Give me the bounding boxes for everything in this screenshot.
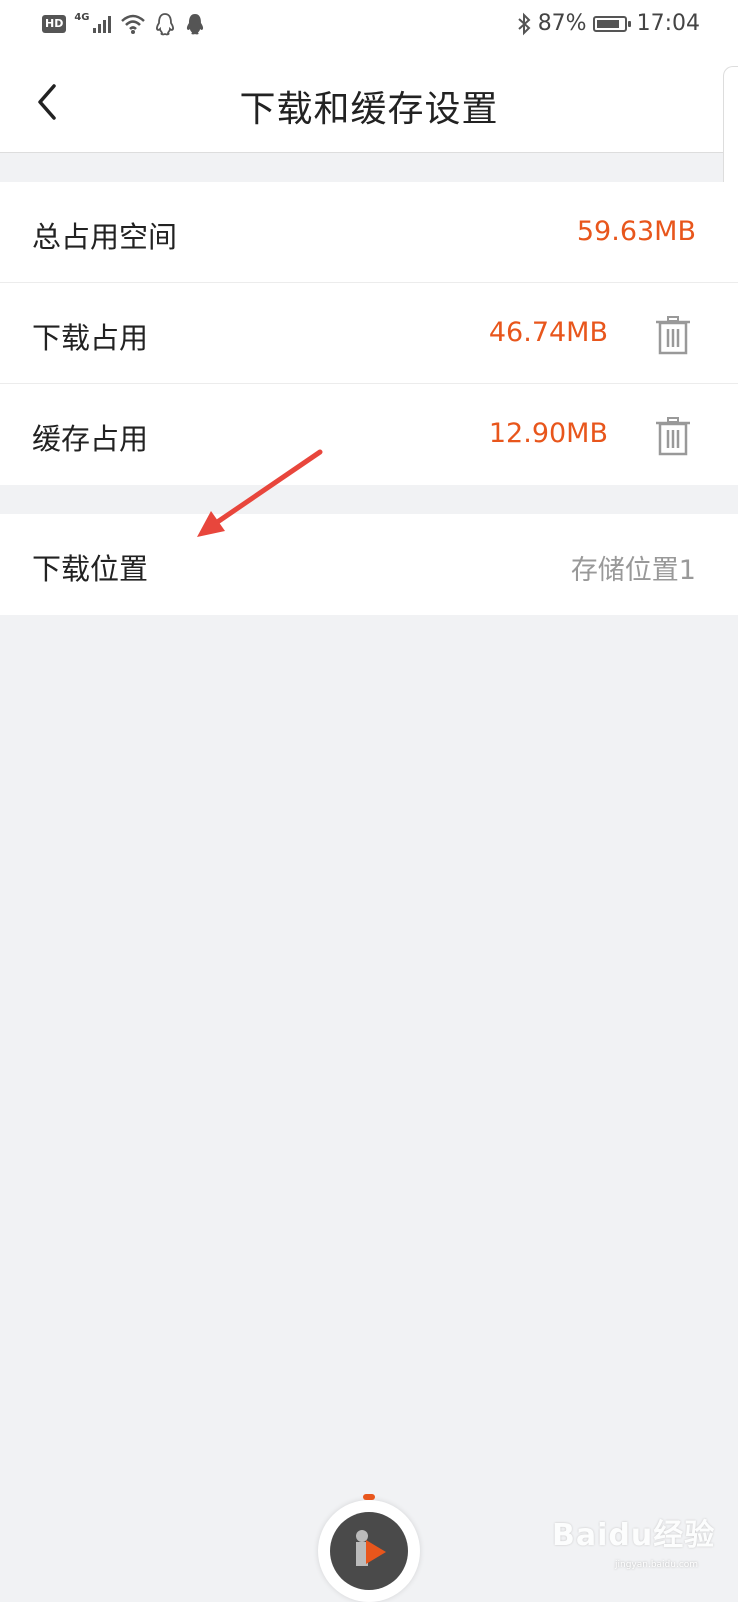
delete-cache-button[interactable]	[654, 416, 692, 456]
cache-usage-value: 12.90MB	[488, 418, 608, 449]
download-location-label: 下载位置	[32, 552, 149, 586]
network-type: 4G	[74, 11, 90, 23]
clock: 17:04	[636, 11, 700, 36]
trash-icon	[656, 417, 690, 456]
hd-badge: HD	[42, 15, 67, 33]
download-location-group: 下载位置 存储位置1	[0, 514, 738, 615]
bluetooth-icon	[518, 12, 531, 35]
watermark-url: jingyan.baidu.com	[615, 1560, 699, 1570]
total-space-label: 总占用空间	[32, 220, 178, 254]
page-title: 下载和缓存设置	[239, 89, 499, 130]
nav-bar: 下载和缓存设置	[0, 52, 738, 153]
battery-percent: 87%	[537, 11, 587, 36]
download-usage-row: 下载占用 46.74MB	[0, 283, 738, 384]
download-location-row[interactable]: 下载位置 存储位置1	[0, 514, 738, 615]
download-location-value: 存储位置1	[570, 555, 696, 586]
status-bar: HD 4G 87% 17:04	[0, 0, 738, 52]
download-usage-label: 下载占用	[32, 321, 149, 355]
mini-player	[318, 1494, 420, 1602]
qq-icon	[186, 14, 203, 35]
battery-fill	[596, 19, 620, 28]
watermark-logo: Baidu经验	[552, 1518, 716, 1553]
delete-download-button[interactable]	[654, 315, 692, 355]
battery-icon	[592, 15, 631, 32]
annotation-arrow	[197, 449, 323, 537]
cache-usage-row: 缓存占用 12.90MB	[0, 384, 738, 485]
mini-player-button[interactable]	[330, 1512, 408, 1590]
signal-icon	[92, 16, 111, 33]
cache-usage-label: 缓存占用	[32, 422, 149, 456]
qq-outline-icon	[155, 13, 174, 36]
storage-group: 总占用空间 59.63MB 下载占用 46.74MB 缓存占用 12.90MB	[0, 182, 738, 485]
total-space-value: 59.63MB	[576, 216, 696, 247]
progress-dot	[363, 1494, 375, 1500]
trash-icon	[656, 316, 690, 355]
status-left-icons: HD 4G	[42, 12, 206, 36]
status-right-icons: 87% 17:04	[516, 11, 700, 36]
wifi-icon	[120, 14, 145, 34]
download-usage-value: 46.74MB	[488, 317, 608, 348]
total-space-row: 总占用空间 59.63MB	[0, 182, 738, 283]
play-icon	[356, 1530, 386, 1566]
